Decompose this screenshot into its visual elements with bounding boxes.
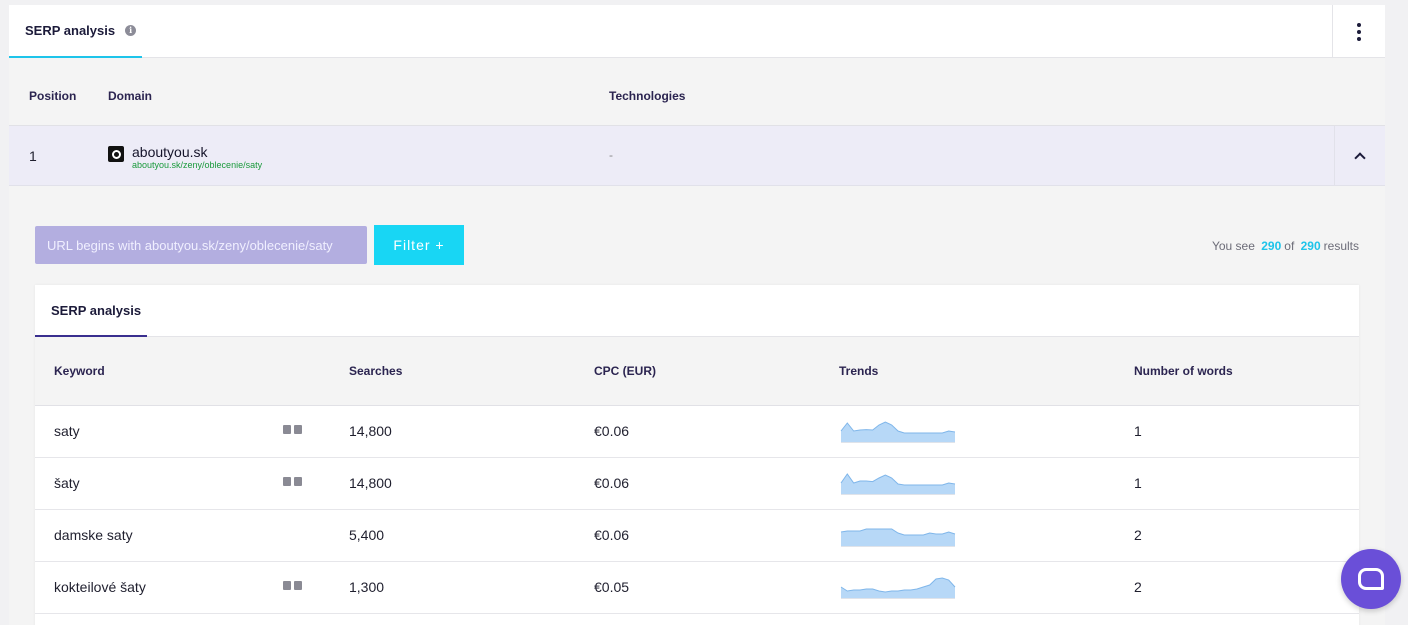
serp-analysis-panel: SERP analysis i Position Domain Technolo… (9, 5, 1385, 625)
chevron-up-icon (1354, 152, 1366, 164)
trend-area (841, 529, 955, 546)
url-filter-chip[interactable]: URL begins with aboutyou.sk/zeny/oblecen… (35, 226, 367, 264)
serp-features (283, 581, 302, 590)
column-header-trends[interactable]: Trends (839, 364, 878, 378)
trend-area (841, 422, 955, 442)
trend-sparkline (840, 473, 956, 495)
technologies-value: - (609, 148, 613, 162)
map-icon (283, 581, 291, 590)
shopping-icon (294, 425, 302, 434)
domain-table-header: Position Domain Technologies (9, 58, 1385, 126)
domain-row[interactable]: 1 aboutyou.sk aboutyou.sk/zeny/oblecenie… (9, 126, 1385, 186)
serp-keywords-card: SERP analysis Keyword Searches CPC (EUR)… (35, 285, 1359, 625)
more-dot-icon (1357, 36, 1361, 41)
trend-area (841, 578, 955, 598)
keyword-cell[interactable]: saty (54, 423, 80, 439)
cpc-cell: €0.06 (594, 423, 630, 439)
keyword-row[interactable]: damske saty 5,400 €0.06 2 (35, 510, 1359, 562)
column-header-cpc[interactable]: CPC (EUR) (594, 364, 656, 378)
serp-features (283, 477, 302, 486)
keyword-row[interactable]: saty 14,800 €0.06 1 (35, 406, 1359, 458)
map-icon (283, 477, 291, 486)
results-prefix: You see (1211, 239, 1255, 253)
searches-cell: 14,800 (349, 423, 392, 439)
row-position: 1 (29, 148, 37, 164)
domain-url[interactable]: aboutyou.sk/zeny/oblecenie/saty (132, 160, 262, 170)
words-cell: 2 (1134, 527, 1142, 543)
keyword-row[interactable]: šaty 14,800 €0.06 1 (35, 458, 1359, 510)
more-options-button[interactable] (1332, 5, 1385, 58)
keyword-table-header: Keyword Searches CPC (EUR) Trends Number… (35, 337, 1359, 406)
column-header-technologies[interactable]: Technologies (609, 89, 685, 103)
column-header-position[interactable]: Position (29, 89, 76, 103)
info-icon[interactable]: i (125, 25, 137, 36)
more-dot-icon (1357, 29, 1361, 34)
domain-link[interactable]: aboutyou.sk (132, 144, 208, 160)
panel-tabbar: SERP analysis i (9, 5, 1385, 58)
more-dot-icon (1357, 22, 1361, 27)
column-header-domain[interactable]: Domain (108, 89, 152, 103)
tab-label: SERP analysis (25, 23, 116, 38)
cpc-cell: €0.05 (594, 579, 630, 595)
words-cell: 1 (1134, 475, 1142, 491)
tab-inner-serp-analysis[interactable]: SERP analysis (35, 285, 147, 337)
chat-widget-button[interactable] (1341, 549, 1401, 609)
results-shown: 290 (1261, 239, 1282, 253)
searches-cell: 5,400 (349, 527, 385, 543)
collapse-row-button[interactable] (1334, 126, 1385, 186)
results-total: 290 (1300, 239, 1321, 253)
trend-sparkline (840, 528, 956, 547)
keyword-row[interactable]: kokteilové šaty 1,300 €0.05 2 (35, 562, 1359, 614)
results-suffix: results (1323, 239, 1359, 253)
chat-bubble-icon (1358, 568, 1384, 590)
results-of: of (1284, 239, 1295, 253)
image-icon (294, 477, 302, 486)
cpc-cell: €0.06 (594, 475, 630, 491)
searches-cell: 1,300 (349, 579, 385, 595)
column-header-number-of-words[interactable]: Number of words (1134, 364, 1233, 378)
words-cell: 1 (1134, 423, 1142, 439)
searches-cell: 14,800 (349, 475, 392, 491)
inner-tabbar: SERP analysis (35, 285, 1359, 337)
words-cell: 2 (1134, 579, 1142, 595)
keyword-cell[interactable]: šaty (54, 475, 80, 491)
add-filter-button[interactable]: Filter + (374, 225, 464, 265)
keyword-cell[interactable]: kokteilové šaty (54, 579, 146, 595)
column-header-searches[interactable]: Searches (349, 364, 402, 378)
image-icon (294, 581, 302, 590)
inner-tab-label: SERP analysis (51, 302, 142, 318)
serp-features (283, 425, 302, 434)
results-count: You see 290 of 290 results (1212, 239, 1359, 253)
tab-serp-analysis[interactable]: SERP analysis i (9, 5, 142, 58)
keyword-cell[interactable]: damske saty (54, 527, 133, 543)
column-header-keyword[interactable]: Keyword (54, 364, 105, 378)
cpc-cell: €0.06 (594, 527, 630, 543)
site-favicon-icon (108, 146, 124, 162)
trend-sparkline (840, 421, 956, 443)
map-icon (283, 425, 291, 434)
trend-sparkline (840, 577, 956, 599)
